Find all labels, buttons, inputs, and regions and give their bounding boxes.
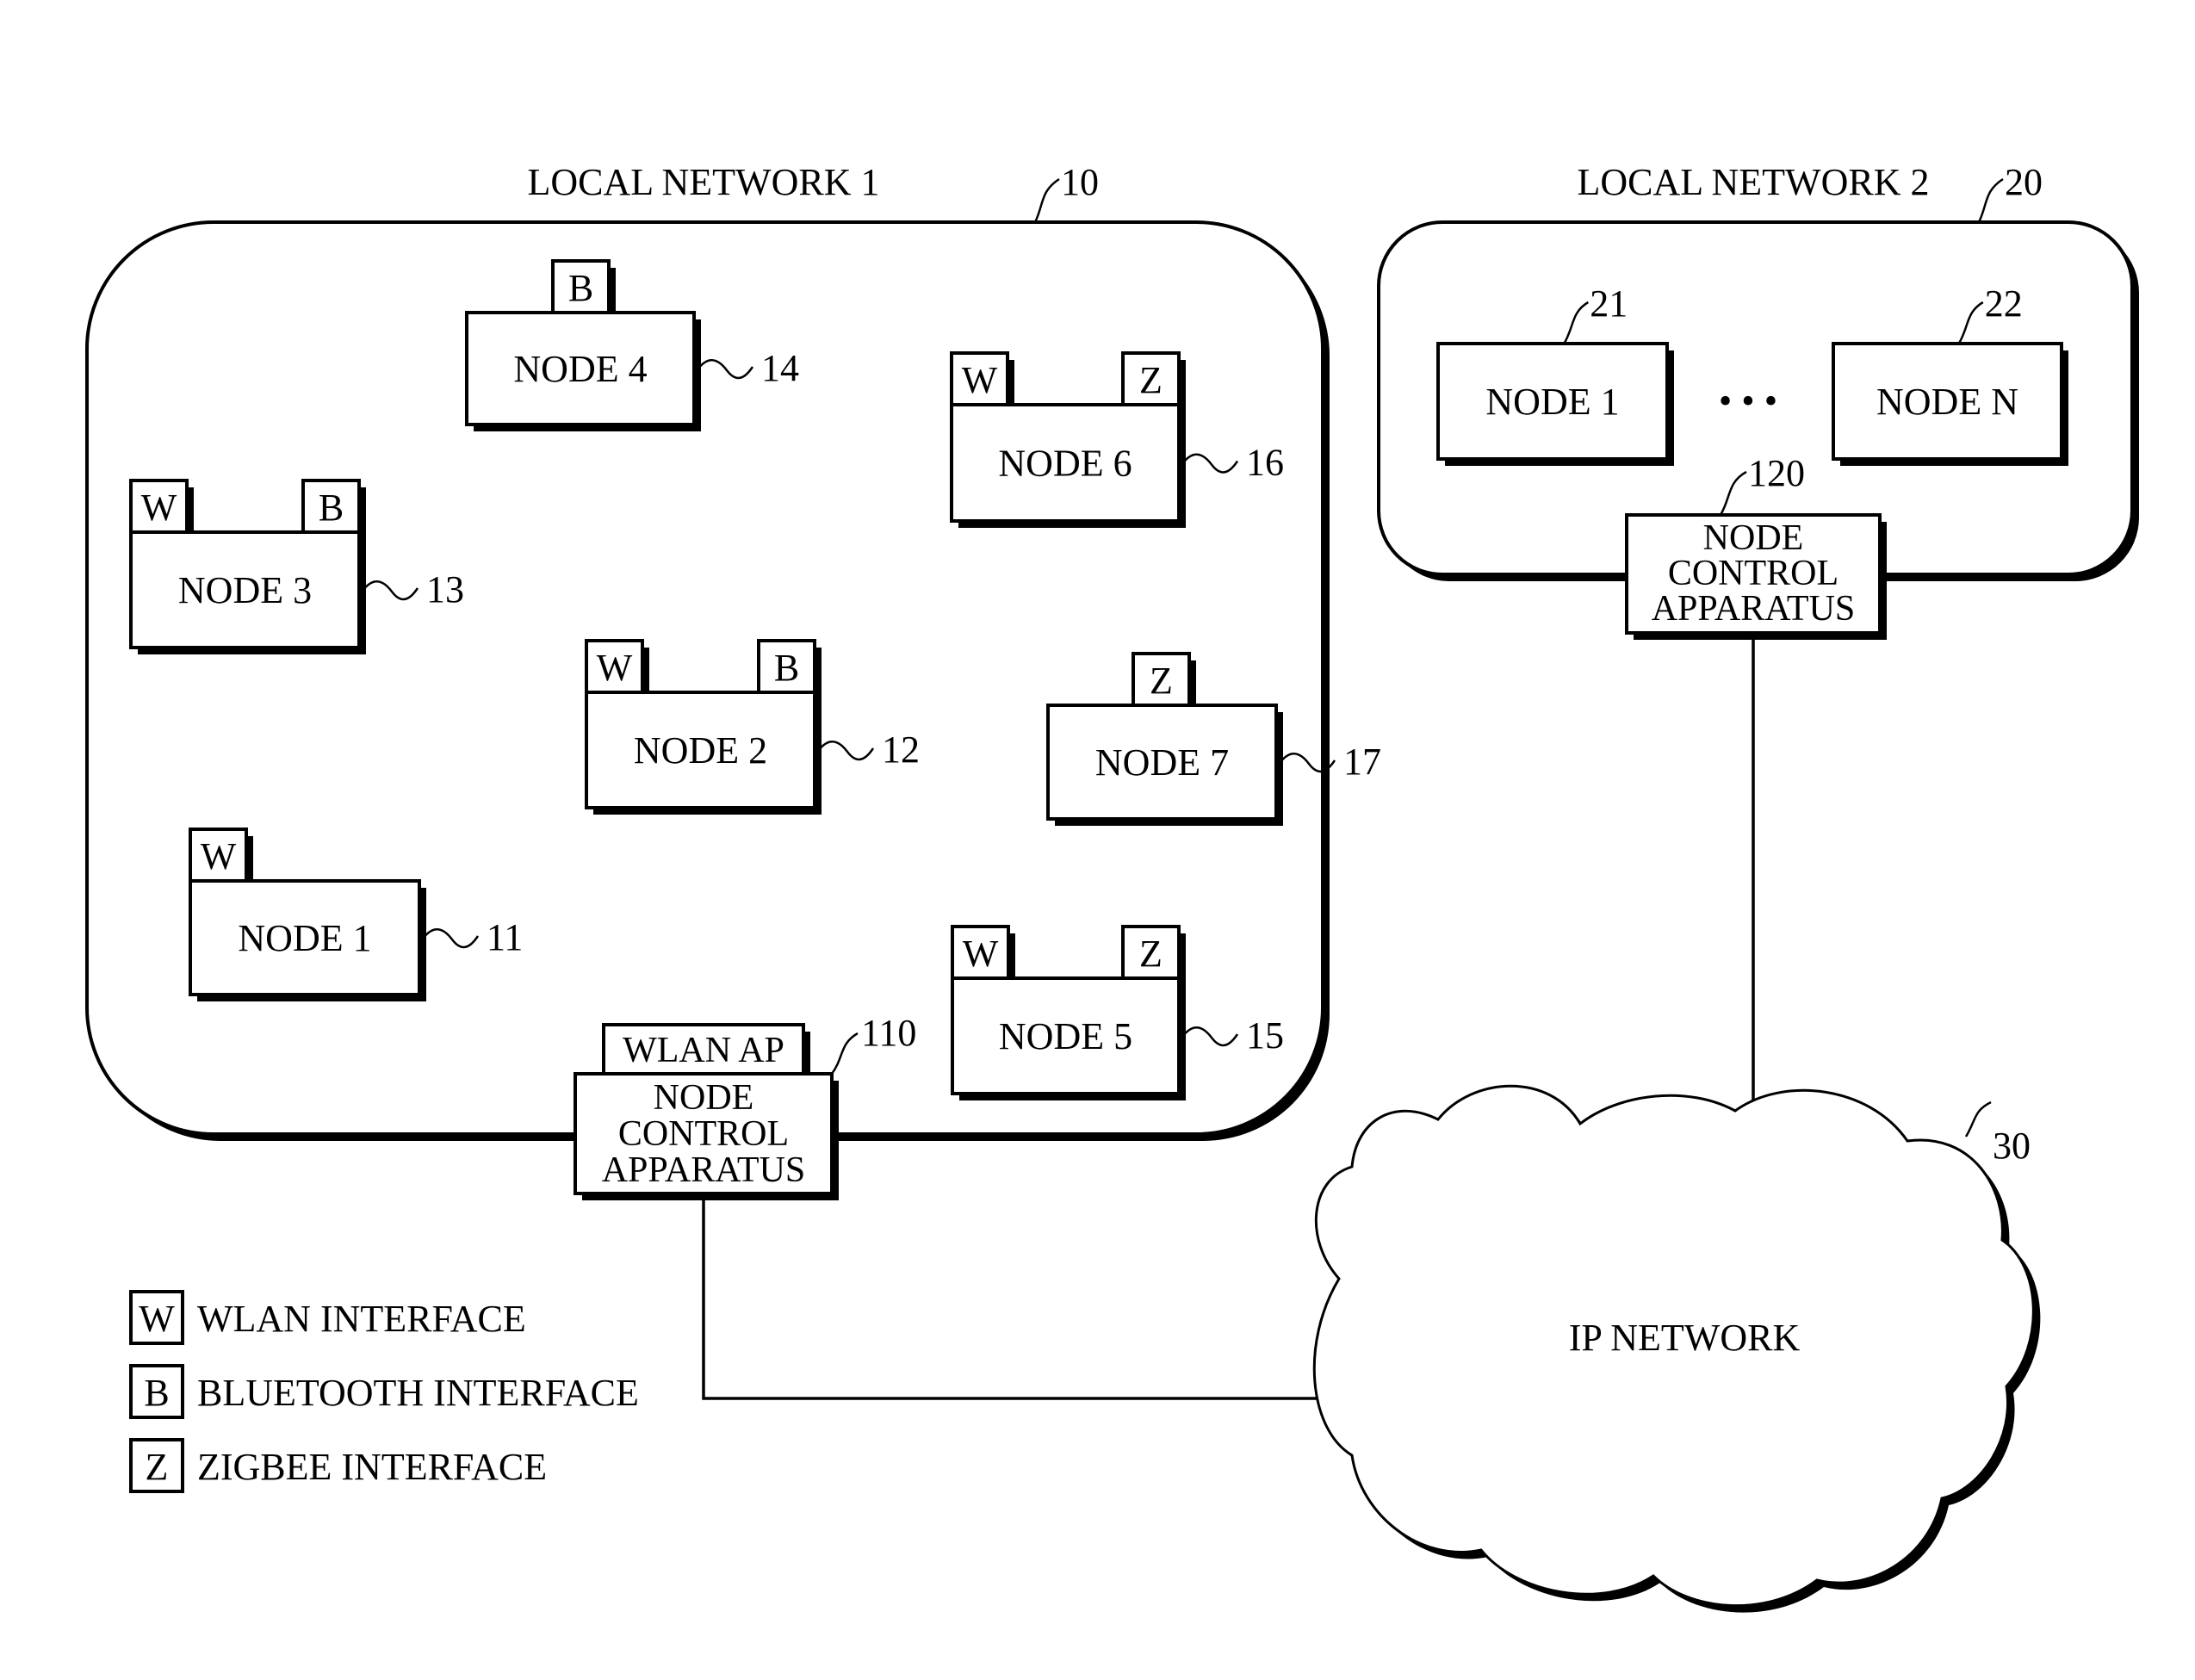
legend-item-b: B BLUETOOTH INTERFACE [129,1364,639,1419]
interface-symbol: B [774,647,799,689]
interface-symbol: Z [1139,933,1163,975]
controller-line-3: APPARATUS [602,1150,806,1190]
leader-line [1977,177,2004,223]
legend: W WLAN INTERFACE B BLUETOOTH INTERFACE Z ZIGB… [129,1290,639,1493]
legend-label: BLUETOOTH INTERFACE [197,1372,639,1414]
node-label: NODE 4 [513,348,647,390]
node-label: NODE 5 [999,1015,1132,1057]
network-diagram: LOCAL NETWORK 1 10 LOCAL NETWORK 2 20 BN… [85,161,2139,1613]
node-label: NODE 1 [238,917,371,959]
legend-label: WLAN INTERFACE [197,1298,526,1340]
interface-symbol: W [201,835,237,877]
controller-line-2: CONTROL [618,1114,789,1154]
node-label: NODE 7 [1095,741,1229,784]
legend-label: ZIGBEE INTERFACE [197,1446,547,1488]
interface-symbol: W [141,487,177,529]
ref-number: 120 [1748,452,1805,494]
controller-line-1: NODE [654,1078,754,1118]
local-network-1-title: LOCAL NETWORK 1 [528,161,880,203]
legend-item-z: Z ZIGBEE INTERFACE [129,1438,547,1493]
ref-number: 10 [1061,161,1099,203]
interface-symbol: W [962,359,998,401]
ref-number: 16 [1246,442,1284,484]
wire-ln1-to-ip [702,1193,1333,1400]
node-label: NODE 1 [1485,381,1619,423]
ref-number: 30 [1993,1125,2031,1167]
ref-number: 22 [1985,282,2023,325]
interface-symbol: Z [1150,660,1173,702]
ref-number: 13 [426,568,464,611]
interface-symbol: B [319,487,344,529]
node-label: NODE N [1876,381,2018,423]
legend-symbol: W [139,1298,175,1340]
wlan-ap-label: WLAN AP [623,1031,784,1070]
ref-number: 14 [761,347,799,389]
local-network-2-title: LOCAL NETWORK 2 [1578,161,1930,203]
interface-symbol: W [597,647,633,689]
node-label: NODE 3 [178,569,312,611]
interface-symbol: Z [1139,359,1163,401]
controller-line-2: CONTROL [1668,554,1838,593]
ip-network-label: IP NETWORK [1569,1317,1801,1359]
ref-number: 110 [861,1012,916,1054]
ref-number: 12 [882,728,920,771]
ref-number: 20 [2005,161,2043,203]
controller-line-3: APPARATUS [1652,589,1856,629]
legend-symbol: Z [146,1446,169,1488]
ref-number: 17 [1343,741,1381,783]
legend-item-w: W WLAN INTERFACE [129,1290,526,1345]
node-label: NODE 2 [634,729,767,772]
ip-network-cloud: IP NETWORK 30 [1312,1084,2041,1613]
ref-number: 15 [1246,1014,1284,1057]
node-label: NODE 6 [998,443,1132,485]
ellipsis: • • • [1719,380,1777,422]
leader-line [1033,177,1060,223]
ref-number: 21 [1590,282,1628,325]
leader-line [1964,1100,1992,1138]
interface-symbol: W [963,933,999,975]
controller-line-1: NODE [1703,518,1804,558]
ref-number: 11 [487,916,523,958]
legend-symbol: B [144,1372,169,1414]
interface-symbol: B [568,267,593,309]
